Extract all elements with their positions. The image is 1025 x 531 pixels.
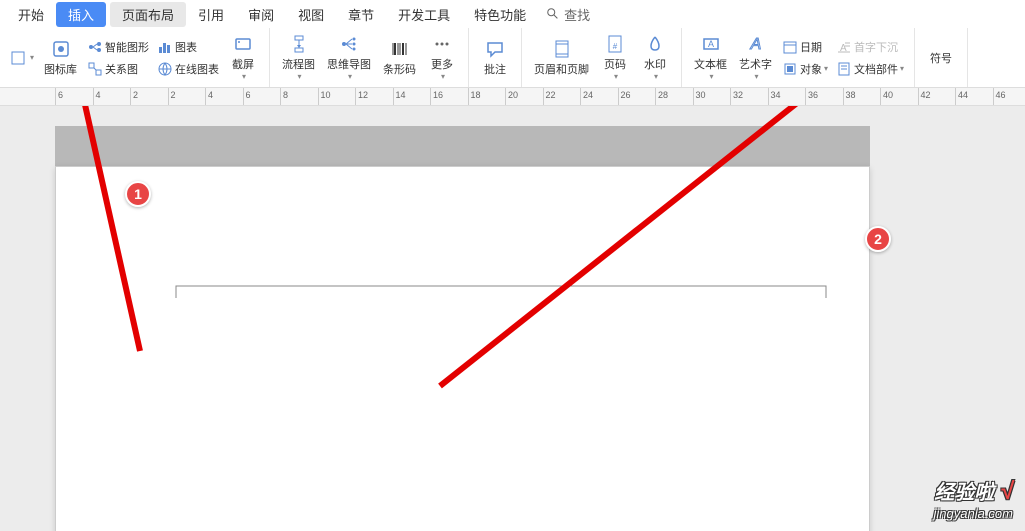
object-button[interactable]: 对象 — [778, 59, 832, 79]
tab-start[interactable]: 开始 — [6, 2, 56, 27]
flowchart-button[interactable]: 流程图 — [276, 32, 321, 83]
search-icon — [546, 7, 560, 21]
ribbon-toolbar: 图标库 智能图形 关系图 图表 在线图表 截屏 流程图 思维导图 条形码 — [0, 28, 1025, 88]
svg-text:#: # — [613, 42, 618, 51]
document-canvas: 1 2 经验啦 √ jingyanla.com — [0, 106, 1025, 531]
barcode-label: 条形码 — [383, 61, 416, 77]
tab-chapter[interactable]: 章节 — [336, 2, 386, 27]
relation-button[interactable]: 关系图 — [83, 59, 153, 79]
mindmap-icon — [339, 34, 359, 54]
textbox-button[interactable]: A 文本框 — [688, 32, 733, 83]
search-label: 查找 — [564, 5, 590, 24]
wordart-icon: A — [746, 34, 766, 54]
watermark-label: 水印 — [644, 56, 666, 72]
chart-icon — [157, 39, 173, 55]
annotation-badge-2: 2 — [865, 226, 891, 252]
mindmap-button[interactable]: 思维导图 — [321, 32, 377, 83]
barcode-icon — [390, 39, 410, 59]
barcode-button[interactable]: 条形码 — [377, 37, 422, 79]
comment-label: 批注 — [484, 61, 506, 77]
more-label: 更多 — [431, 56, 453, 72]
iconlib-label: 图标库 — [44, 61, 77, 77]
iconlib-icon — [51, 39, 71, 59]
flowchart-label: 流程图 — [282, 56, 315, 72]
search-box[interactable]: 查找 — [546, 5, 590, 24]
pagenum-icon: # — [605, 34, 625, 54]
tab-devtools[interactable]: 开发工具 — [386, 2, 462, 27]
tab-layout[interactable]: 页面布局 — [110, 2, 186, 27]
watermark-button[interactable]: 水印 — [635, 32, 675, 83]
tab-review[interactable]: 审阅 — [236, 2, 286, 27]
iconlib-button[interactable]: 图标库 — [38, 37, 83, 79]
tab-special[interactable]: 特色功能 — [462, 2, 538, 27]
dropcap-icon: A — [836, 39, 852, 55]
screenshot-label: 截屏 — [232, 56, 254, 72]
onlinechart-icon — [157, 61, 173, 77]
screenshot-button[interactable]: 截屏 — [223, 32, 263, 83]
svg-text:A: A — [749, 36, 761, 53]
textbox-icon: A — [701, 34, 721, 54]
flowchart-icon — [289, 34, 309, 54]
symbol-button[interactable]: 符号 — [921, 48, 961, 68]
tab-insert[interactable]: 插入 — [56, 2, 106, 27]
svg-text:A: A — [708, 39, 714, 49]
more-button[interactable]: 更多 — [422, 32, 462, 83]
dropdown-small[interactable] — [6, 48, 38, 68]
smartart-button[interactable]: 智能图形 — [83, 37, 153, 57]
date-icon — [782, 39, 798, 55]
headerfooter-icon — [552, 39, 572, 59]
tab-reference[interactable]: 引用 — [186, 2, 236, 27]
pagenum-button[interactable]: # 页码 — [595, 32, 635, 83]
chart-button[interactable]: 图表 — [153, 37, 223, 57]
document-page[interactable] — [55, 166, 870, 531]
tab-view[interactable]: 视图 — [286, 2, 336, 27]
wordart-button[interactable]: A 艺术字 — [733, 32, 778, 83]
menu-tabs: 开始 插入 页面布局 引用 审阅 视图 章节 开发工具 特色功能 查找 — [0, 0, 1025, 28]
page-shadow — [55, 126, 870, 166]
docparts-icon — [836, 61, 852, 77]
onlinechart-button[interactable]: 在线图表 — [153, 59, 223, 79]
comment-button[interactable]: 批注 — [475, 37, 515, 79]
docparts-button[interactable]: 文档部件 — [832, 59, 908, 79]
annotation-badge-1: 1 — [125, 181, 151, 207]
date-button[interactable]: 日期 — [778, 37, 832, 57]
watermark-icon — [645, 34, 665, 54]
mindmap-label: 思维导图 — [327, 56, 371, 72]
headerfooter-button[interactable]: 页眉和页脚 — [528, 37, 595, 79]
watermark-logo: 经验啦 √ jingyanla.com — [934, 476, 1014, 521]
header-separator — [176, 285, 826, 297]
textbox-label: 文本框 — [694, 56, 727, 72]
comment-icon — [485, 39, 505, 59]
dropcap-button: A首字下沉 — [832, 37, 908, 57]
horizontal-ruler: 6422468101214161820222426283032343638404… — [0, 88, 1025, 106]
object-icon — [782, 61, 798, 77]
more-icon — [432, 34, 452, 54]
screenshot-icon — [233, 34, 253, 54]
wordart-label: 艺术字 — [739, 56, 772, 72]
headerfooter-label: 页眉和页脚 — [534, 61, 589, 77]
symbol-label: 符号 — [930, 50, 952, 66]
pagenum-label: 页码 — [604, 56, 626, 72]
relation-icon — [87, 61, 103, 77]
smartart-icon — [87, 39, 103, 55]
